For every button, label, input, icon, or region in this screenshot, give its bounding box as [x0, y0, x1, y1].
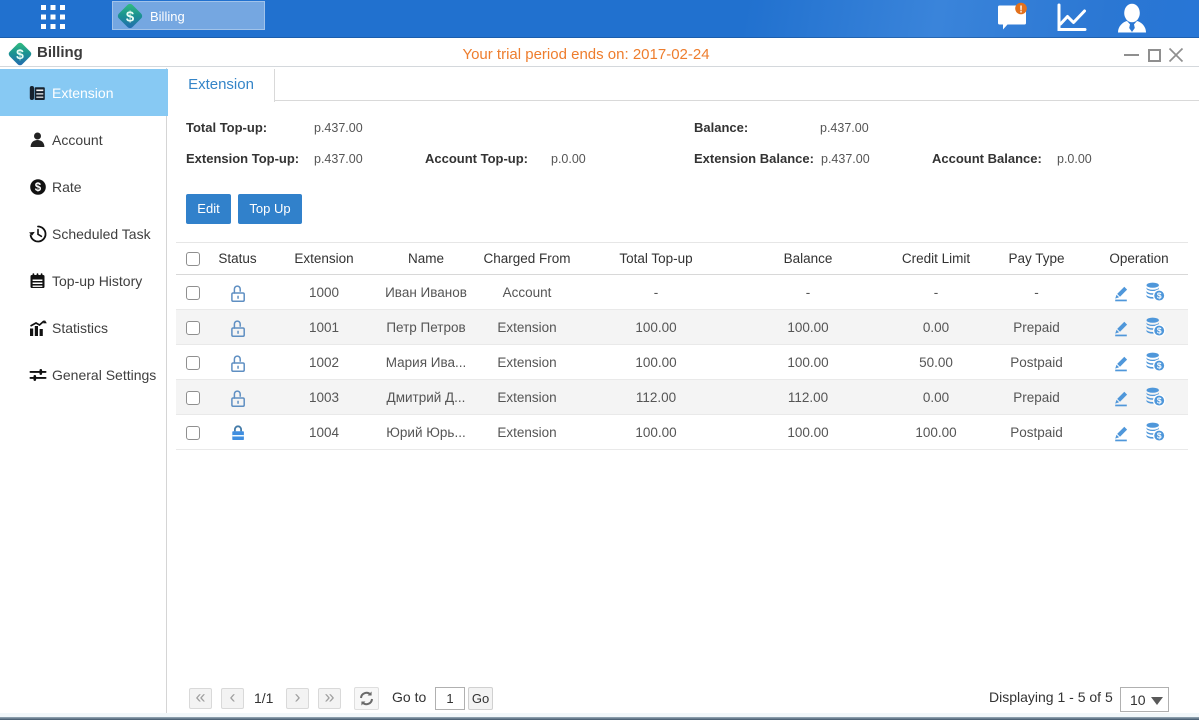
- svg-text:$: $: [126, 8, 135, 25]
- svg-text:$: $: [35, 182, 42, 194]
- svg-text:!: !: [1019, 4, 1022, 15]
- svg-text:$: $: [16, 46, 24, 62]
